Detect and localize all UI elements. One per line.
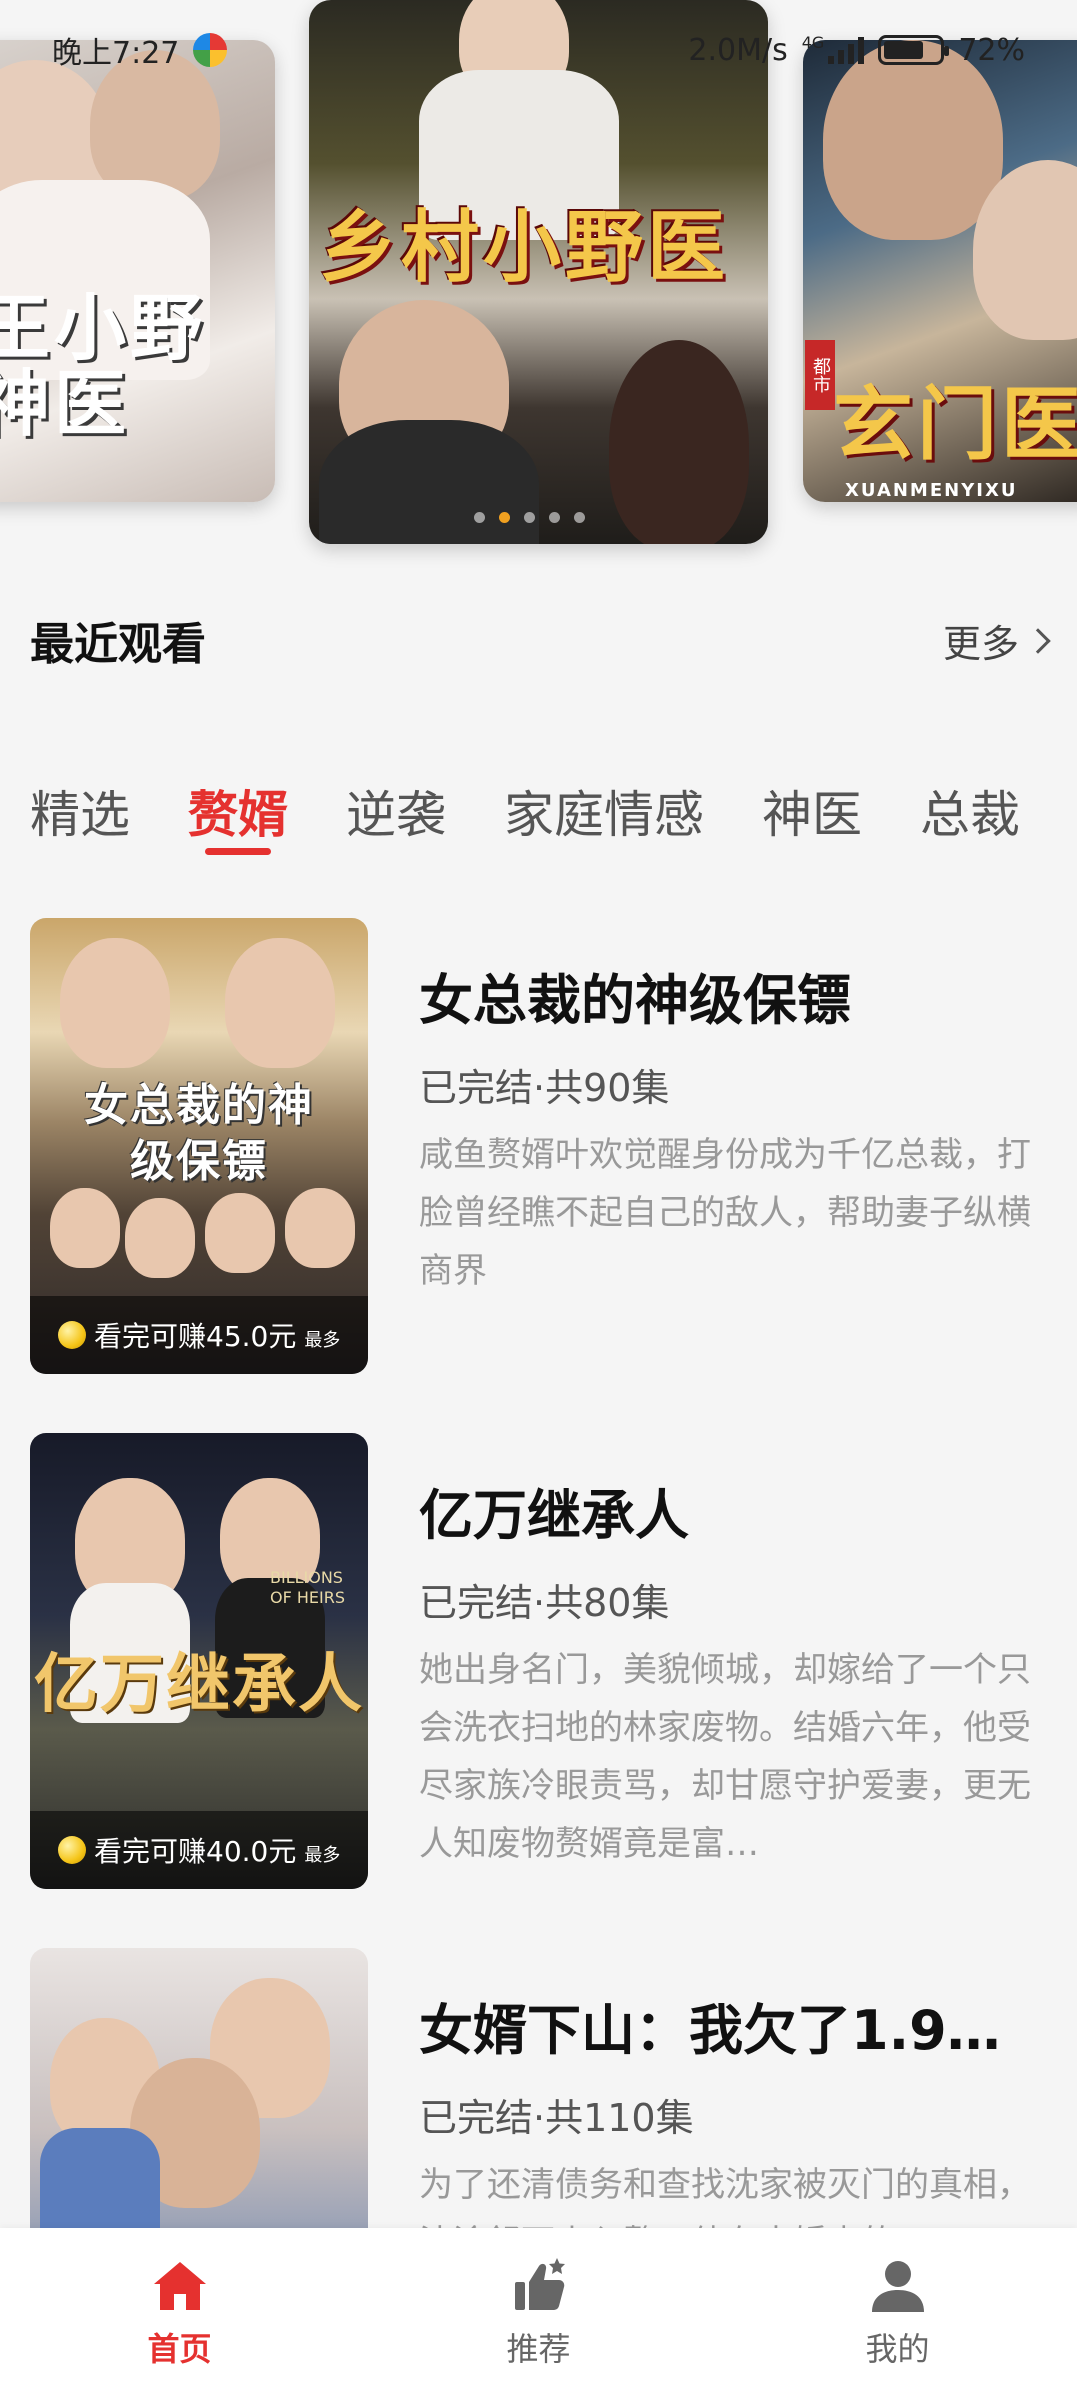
user-icon [871,2260,924,2312]
nav-home-label: 首页 [147,2329,212,2368]
status-net-speed: 2.0M/s [688,32,788,68]
drama-cover[interactable]: 亿万继承人 BILLIONS OF HEIRS 看完可赚40.0元 最多 [30,1433,368,1889]
earn-amount: 看完可赚40.0元 [94,1835,297,1868]
tab-zongcai[interactable]: 总裁 [920,765,1020,875]
tab-zhuixu[interactable]: 赘婿 [188,765,288,875]
drama-description: 她出身名门，美貌倾城，却嫁给了一个只会洗衣扫地的林家废物。结婚六年，他受尽家族冷… [419,1650,1031,1864]
banner-right-subtitle: XUANMENYIXU [845,480,1018,501]
carousel-dot [524,512,535,523]
drama-card[interactable]: 女总裁的神级保镖 看完可赚45.0元 最多 女总裁的神级保镖 已完结·共90集 … [30,918,1047,1374]
cover-figure [50,1188,120,1268]
cover-english-title: BILLIONS OF HEIRS [270,1568,346,1607]
earn-amount: 看完可赚45.0元 [94,1320,297,1353]
status-time: 晚上7:27 [52,36,180,71]
drama-title: 女婿下山：我欠了1.9… [419,1999,1001,2062]
status-battery: 72% [958,32,1025,68]
carousel-dot [549,512,560,523]
recent-watched-header: 最近观看 更多 [30,600,1051,680]
nav-mine[interactable]: 我的 [798,2256,998,2370]
tab-jingxuan[interactable]: 精选 [30,765,130,875]
cover-figure [205,1193,275,1273]
carousel-dot [474,512,485,523]
coin-icon [58,1321,86,1349]
coin-icon [58,1836,86,1864]
bottom-navigation: 首页 推荐 我的 [0,2228,1077,2397]
poster-figure [319,420,539,544]
earn-suffix: 最多 [304,1845,341,1866]
tab-shenyi[interactable]: 神医 [762,765,862,875]
drama-meta: 已完结·共90集 [419,1066,670,1110]
recent-more-button[interactable]: 更多 [942,613,1051,668]
drama-description: 咸鱼赘婿叶欢觉醒身份成为千亿总裁，打脸曾经瞧不起自己的敌人，帮助妻子纵横商界 [419,1135,1031,1291]
nav-mine-label: 我的 [865,2329,930,2368]
earn-suffix: 最多 [304,1330,341,1351]
cover-figure [225,938,335,1068]
banner-left-title: 王小野神医 [0,285,207,446]
earn-badge: 看完可赚45.0元 最多 [30,1296,368,1374]
recent-more-label: 更多 [942,621,1019,666]
poster-figure [609,340,749,544]
thumbs-up-icon [514,2257,565,2310]
battery-icon [878,35,950,65]
nav-home[interactable]: 首页 [80,2256,280,2370]
banner-right-tag: 都市 [805,340,835,410]
carousel-dot [574,512,585,523]
nav-recommend[interactable]: 推荐 [439,2256,639,2370]
app-notification-icon [193,33,228,67]
banner-poster-left[interactable]: 王小野神医 [0,40,275,502]
drama-meta: 已完结·共80集 [419,1581,670,1625]
cover-figure [125,1198,195,1278]
drama-info: 亿万继承人 已完结·共80集 她出身名门，美貌倾城，却嫁给了一个只会洗衣扫地的林… [419,1433,1047,1889]
earn-badge: 看完可赚40.0元 最多 [30,1811,368,1889]
cover-title-text: 亿万继承人 [34,1647,364,1722]
signal-icon [828,36,865,64]
carousel-dot-active [499,512,510,523]
drama-cover[interactable]: 女总裁的神级保镖 看完可赚45.0元 最多 [30,918,368,1374]
tab-jiating-qinggan[interactable]: 家庭情感 [504,765,704,875]
cover-figure [60,938,170,1068]
cover-figure [285,1188,355,1268]
chevron-right-icon [1025,628,1051,654]
category-tabs: 精选 赘婿 逆袭 家庭情感 神医 总裁 [30,765,1077,875]
banner-center-title: 乡村小野医 [319,202,730,293]
recent-watched-title: 最近观看 [30,619,206,670]
carousel-dots [474,512,585,523]
status-bar: 晚上7:27 2.0M/s 4G 72% [0,0,1077,100]
drama-meta: 已完结·共110集 [419,2096,694,2140]
drama-card[interactable]: 亿万继承人 BILLIONS OF HEIRS 看完可赚40.0元 最多 亿万继… [30,1433,1047,1889]
app-screen: { "status_bar": { "time": "晚上7:27", "net… [0,0,1077,2397]
home-icon [153,2261,206,2310]
banner-right-title: 玄门医 [833,377,1077,471]
drama-info: 女总裁的神级保镖 已完结·共90集 咸鱼赘婿叶欢觉醒身份成为千亿总裁，打脸曾经瞧… [419,918,1047,1374]
drama-title: 女总裁的神级保镖 [419,969,851,1032]
cover-title-text: 女总裁的神级保镖 [84,1080,314,1187]
drama-list: 女总裁的神级保镖 看完可赚45.0元 最多 女总裁的神级保镖 已完结·共90集 … [30,918,1047,2397]
status-network-type: 4G [801,32,825,52]
nav-recommend-label: 推荐 [506,2329,571,2368]
banner-poster-right[interactable]: 都市 玄门医 XUANMENYIXU [803,40,1077,502]
drama-title: 亿万继承人 [419,1484,689,1547]
tab-nixi[interactable]: 逆袭 [346,765,446,875]
